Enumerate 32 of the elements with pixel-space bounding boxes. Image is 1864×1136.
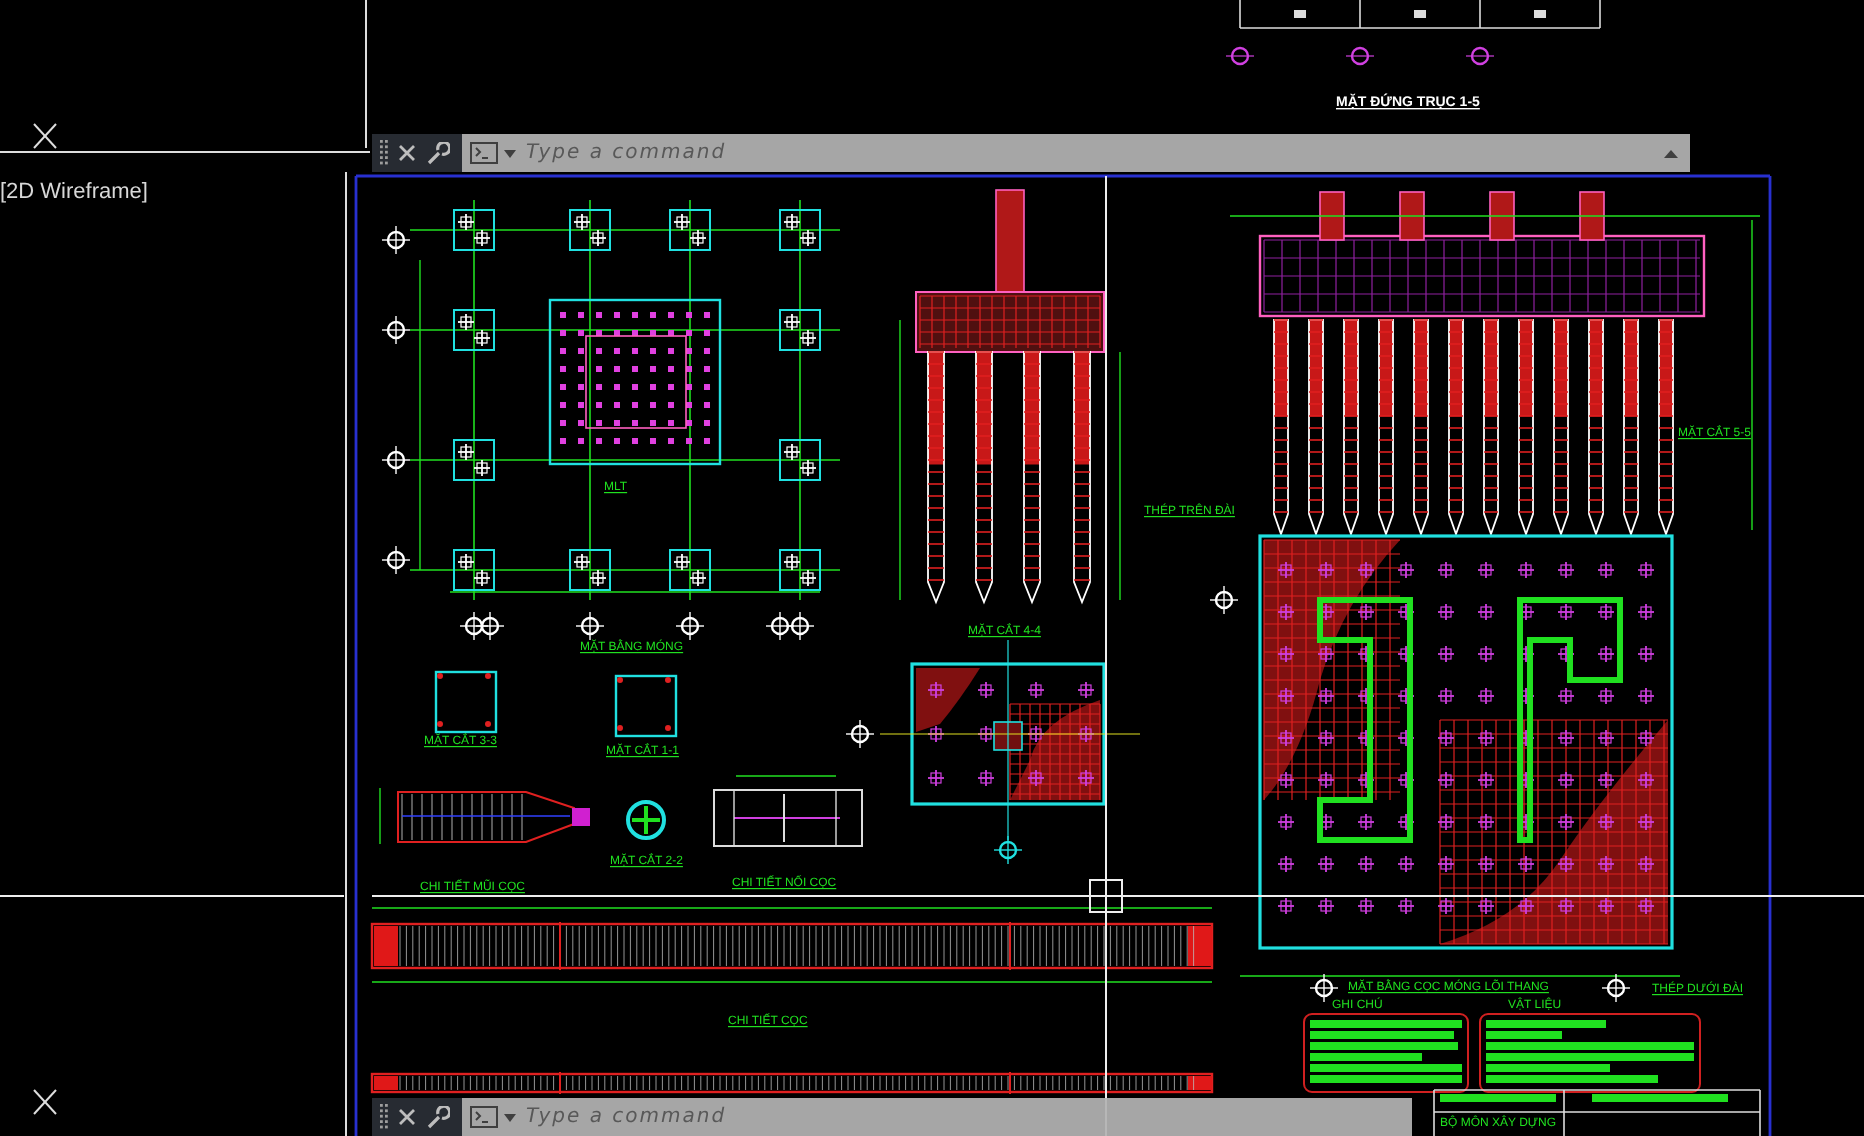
grip-icon[interactable] bbox=[380, 140, 388, 166]
close-button[interactable] bbox=[398, 144, 416, 162]
close-icon[interactable] bbox=[33, 1089, 57, 1115]
terminal-icon[interactable] bbox=[470, 142, 498, 164]
square-section-drawing bbox=[434, 670, 498, 734]
command-input[interactable]: Type a command bbox=[522, 1104, 1400, 1130]
wrench-icon[interactable] bbox=[426, 141, 450, 165]
axis-bubble-icon bbox=[1601, 973, 1631, 1003]
caret-icon[interactable] bbox=[504, 1113, 516, 1121]
round-section-drawing bbox=[626, 800, 666, 840]
axis-bubble-icon bbox=[381, 445, 411, 475]
axis-bubble-icon bbox=[475, 611, 505, 641]
close-icon[interactable] bbox=[33, 123, 57, 149]
wrench-icon[interactable] bbox=[426, 1105, 450, 1129]
axis-bubble-icon bbox=[575, 611, 605, 641]
visual-style-label[interactable]: [2D Wireframe] bbox=[0, 180, 148, 204]
axis-bubble-icon bbox=[765, 611, 795, 641]
close-button[interactable] bbox=[398, 1108, 416, 1126]
axis-bubble-icon bbox=[845, 719, 875, 749]
collapse-arrow-icon[interactable] bbox=[1664, 149, 1678, 157]
axis-bubble-icon bbox=[381, 315, 411, 345]
command-input[interactable]: Type a command bbox=[522, 140, 1658, 166]
grip-icon[interactable] bbox=[380, 1104, 388, 1130]
square-section-drawing bbox=[614, 674, 678, 738]
axis-bubble-icon bbox=[381, 545, 411, 575]
axis-bubble-icon bbox=[675, 611, 705, 641]
axis-bubble-icon bbox=[785, 611, 815, 641]
caret-icon[interactable] bbox=[504, 149, 516, 157]
terminal-icon[interactable] bbox=[470, 1106, 498, 1128]
axis-bubble-icon bbox=[1309, 973, 1339, 1003]
axis-bubble-icon bbox=[1209, 585, 1239, 615]
axis-bubble-icon bbox=[381, 225, 411, 255]
